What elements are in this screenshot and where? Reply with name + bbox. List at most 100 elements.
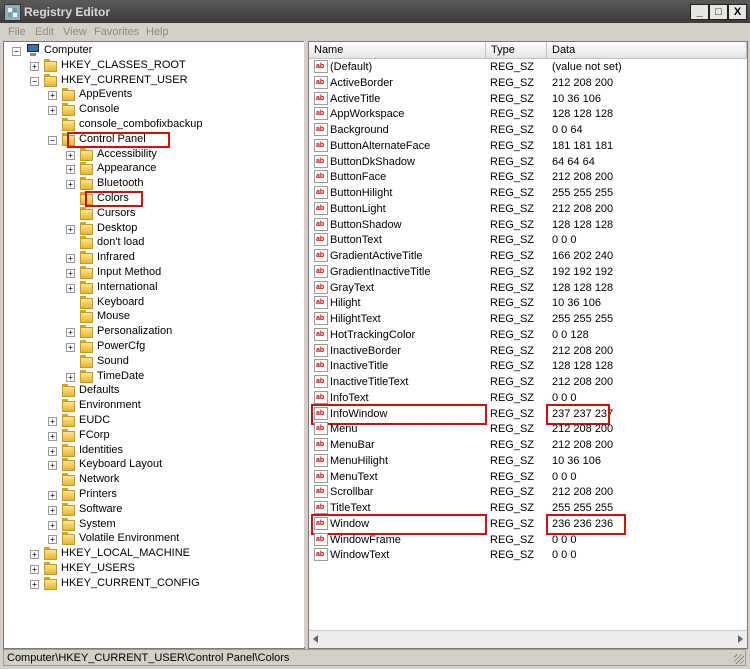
value-row[interactable]: ab Background REG_SZ 0 0 64 [309, 123, 729, 138]
minimize-button[interactable]: _ [690, 4, 709, 20]
expand-icon[interactable]: + [48, 431, 57, 441]
expand-icon[interactable]: + [48, 520, 57, 530]
registry-values-list[interactable]: Name Type Data ab (Default) REG_SZ (value n… [308, 41, 748, 649]
value-row[interactable]: ab GradientInactiveTitle REG_SZ 192 192 192 [309, 264, 729, 280]
column-header-name[interactable]: Name [309, 42, 486, 59]
tree-node[interactable]: + System [4, 517, 302, 533]
tree-node[interactable]: + Keyboard Layout [4, 458, 302, 473]
tree-node[interactable]: + Bluetooth [4, 177, 302, 192]
tree-node[interactable]: + Identities [4, 443, 302, 459]
tree-node[interactable]: + EUDC [4, 414, 302, 429]
tree-node[interactable]: + TimeDate [4, 369, 302, 385]
tree-node[interactable]: Cursors [4, 206, 302, 222]
menu-edit[interactable]: Edit [35, 26, 54, 38]
tree-node[interactable]: + HKEY_USERS [4, 562, 302, 577]
value-row[interactable]: ab (Default) REG_SZ (value not set) [309, 60, 729, 75]
expand-icon[interactable]: + [48, 106, 57, 116]
expand-icon[interactable]: + [30, 565, 39, 574]
tree-node[interactable]: + Software [4, 502, 302, 518]
value-row[interactable]: ab ButtonShadow REG_SZ 128 128 128 [309, 217, 729, 233]
tree-node[interactable]: + Infrared [4, 251, 302, 266]
value-row[interactable]: ab MenuText REG_SZ 0 0 0 [309, 469, 729, 485]
expand-icon[interactable]: + [66, 269, 75, 278]
value-row[interactable]: ab ButtonLight REG_SZ 212 208 200 [309, 201, 729, 217]
expand-icon[interactable]: + [66, 180, 75, 190]
value-row[interactable]: ab ButtonFace REG_SZ 212 208 200 [309, 170, 729, 185]
expand-icon[interactable]: + [48, 461, 57, 471]
scroll-right-arrow-icon[interactable] [738, 635, 743, 643]
tree-node[interactable]: Keyboard [4, 295, 302, 311]
value-row[interactable]: ab InfoWindow REG_SZ 237 237 237 [309, 403, 729, 425]
expand-icon[interactable]: + [30, 61, 39, 71]
tree-node[interactable]: console_combofixbackup [4, 118, 302, 133]
tree-node[interactable]: + HKEY_CURRENT_CONFIG [4, 576, 302, 592]
tree-node[interactable]: − Control Panel [4, 131, 302, 148]
collapse-icon[interactable]: − [48, 135, 57, 145]
value-row[interactable]: ab MenuBar REG_SZ 212 208 200 [309, 438, 729, 453]
maximize-button[interactable]: □ [709, 4, 728, 20]
menu-favorites[interactable]: Favorites [94, 26, 139, 38]
tree-node[interactable]: + HKEY_CLASSES_ROOT [4, 58, 302, 74]
expand-icon[interactable]: + [66, 328, 75, 338]
tree-node[interactable]: + AppEvents [4, 88, 302, 103]
value-row[interactable]: ab WindowText REG_SZ 0 0 0 [309, 548, 729, 563]
tree-node[interactable]: + Console [4, 103, 302, 118]
value-row[interactable]: ab InactiveTitleText REG_SZ 212 208 200 [309, 375, 729, 390]
expand-icon[interactable]: + [66, 224, 75, 234]
expand-icon[interactable]: + [66, 343, 75, 352]
tree-node[interactable]: + HKEY_LOCAL_MACHINE [4, 547, 302, 562]
value-row[interactable]: ab WindowFrame REG_SZ 0 0 0 [309, 532, 729, 548]
value-row[interactable]: ab GrayText REG_SZ 128 128 128 [309, 280, 729, 296]
scroll-left-arrow-icon[interactable] [313, 635, 318, 643]
value-row[interactable]: ab ActiveBorder REG_SZ 212 208 200 [309, 75, 729, 91]
expand-icon[interactable]: + [66, 283, 75, 293]
expand-icon[interactable]: + [66, 372, 75, 382]
value-row[interactable]: ab ButtonDkShadow REG_SZ 64 64 64 [309, 154, 729, 170]
tree-node[interactable]: + FCorp [4, 428, 302, 444]
horizontal-scrollbar[interactable] [309, 630, 747, 648]
value-row[interactable]: ab Hilight REG_SZ 10 36 106 [309, 296, 729, 311]
tree-node[interactable]: Defaults [4, 384, 302, 399]
close-button[interactable]: X [728, 4, 747, 20]
value-row[interactable]: ab ButtonText REG_SZ 0 0 0 [309, 233, 729, 248]
resize-grip-icon[interactable] [734, 654, 744, 664]
value-row[interactable]: ab Window REG_SZ 236 236 236 [309, 513, 729, 535]
value-row[interactable]: ab InactiveBorder REG_SZ 212 208 200 [309, 343, 729, 359]
column-header-type[interactable]: Type [486, 42, 547, 59]
tree-node[interactable]: Colors [4, 191, 302, 207]
menu-file[interactable]: File [8, 26, 26, 38]
tree-node[interactable]: don't load [4, 236, 302, 251]
tree-node[interactable]: + Desktop [4, 221, 302, 237]
tree-node[interactable]: + Appearance [4, 162, 302, 177]
tree-node[interactable]: Mouse [4, 310, 302, 325]
tree-node[interactable]: + Printers [4, 488, 302, 503]
tree-node[interactable]: + Personalization [4, 325, 302, 340]
value-row[interactable]: ab HotTrackingColor REG_SZ 0 0 128 [309, 327, 729, 343]
expand-icon[interactable]: + [48, 505, 57, 515]
expand-icon[interactable]: + [30, 579, 39, 589]
expand-icon[interactable]: + [48, 417, 57, 426]
value-row[interactable]: ab AppWorkspace REG_SZ 128 128 128 [309, 107, 729, 122]
menu-help[interactable]: Help [146, 26, 169, 38]
value-row[interactable]: ab Scrollbar REG_SZ 212 208 200 [309, 485, 729, 500]
value-row[interactable]: ab Menu REG_SZ 212 208 200 [309, 422, 729, 437]
tree-node[interactable]: Sound [4, 354, 302, 370]
value-row[interactable]: ab InactiveTitle REG_SZ 128 128 128 [309, 359, 729, 374]
expand-icon[interactable]: + [30, 550, 39, 560]
expand-icon[interactable]: + [48, 91, 57, 101]
tree-node[interactable]: + Input Method [4, 266, 302, 281]
value-row[interactable]: ab ButtonAlternateFace REG_SZ 181 181 181 [309, 138, 729, 154]
tree-node[interactable]: + International [4, 280, 302, 296]
expand-icon[interactable]: + [66, 165, 75, 175]
expand-icon[interactable]: + [48, 491, 57, 500]
collapse-icon[interactable]: − [30, 76, 39, 86]
tree-node[interactable]: + Volatile Environment [4, 532, 302, 547]
tree-node[interactable]: Environment [4, 399, 302, 414]
value-row[interactable]: ab ActiveTitle REG_SZ 10 36 106 [309, 91, 729, 107]
menu-view[interactable]: View [63, 26, 87, 38]
column-header-data[interactable]: Data [547, 42, 747, 59]
value-row[interactable]: ab MenuHilight REG_SZ 10 36 106 [309, 453, 729, 469]
tree-node[interactable]: + Accessibility [4, 147, 302, 163]
tree-node[interactable]: − Computer [4, 44, 302, 59]
value-row[interactable]: ab GradientActiveTitle REG_SZ 166 202 240 [309, 249, 729, 264]
